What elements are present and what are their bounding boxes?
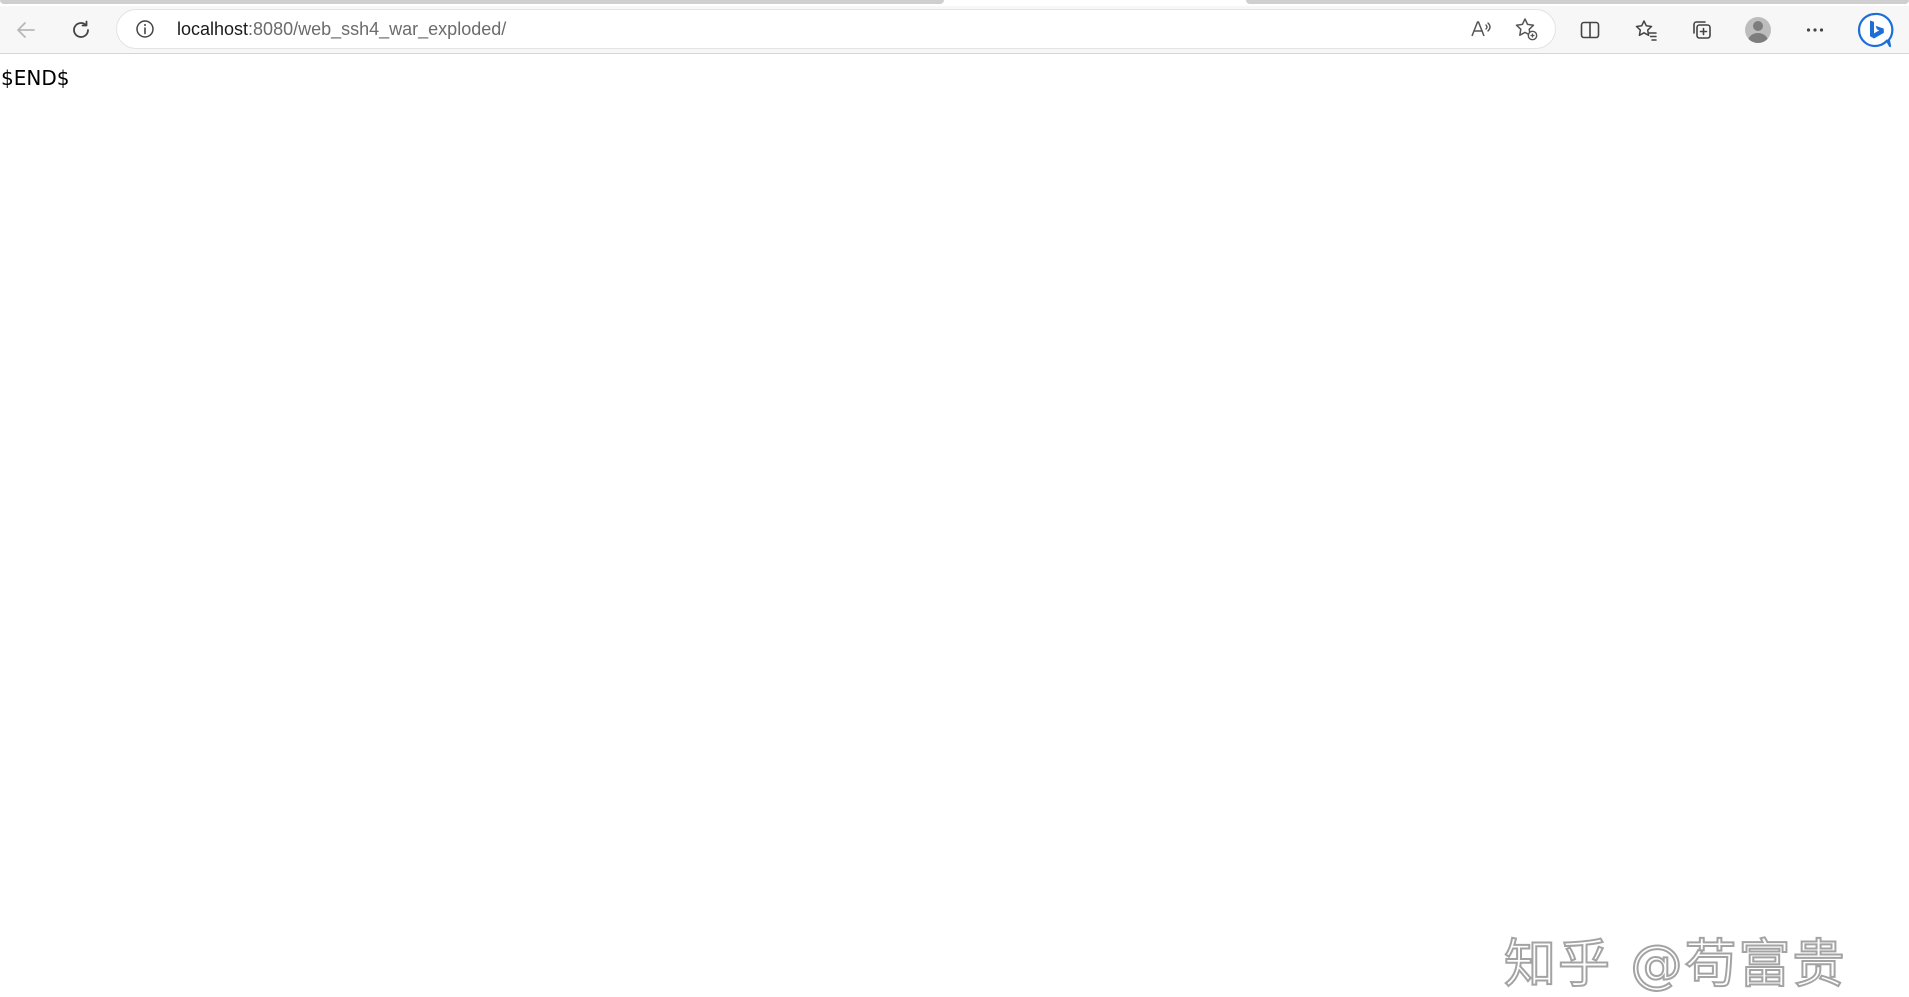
refresh-icon <box>73 20 89 38</box>
avatar <box>1745 17 1771 43</box>
url-path: :8080/web_ssh4_war_exploded/ <box>248 19 507 39</box>
address-bar[interactable]: localhost:8080/web_ssh4_war_exploded/ <box>117 10 1555 48</box>
favorite-add-icon <box>1515 18 1538 41</box>
split-screen-icon <box>1580 21 1600 39</box>
bing-icon <box>1857 12 1894 48</box>
more-icon <box>1806 28 1824 32</box>
split-screen-button[interactable] <box>1572 12 1608 48</box>
bing-chat-button[interactable] <box>1855 10 1895 50</box>
info-icon <box>136 20 154 38</box>
profile-button[interactable] <box>1740 12 1776 48</box>
favorites-icon <box>1635 20 1657 41</box>
page-body-text: $END$ <box>1 66 70 90</box>
collections-icon <box>1693 21 1711 39</box>
inactive-tab[interactable] <box>0 0 944 4</box>
refresh-button[interactable] <box>63 12 99 48</box>
read-aloud-button[interactable] <box>1467 15 1495 43</box>
back-button[interactable] <box>8 12 44 48</box>
url-text[interactable]: localhost:8080/web_ssh4_war_exploded/ <box>177 19 506 39</box>
collections-button[interactable] <box>1684 12 1720 48</box>
inactive-tab[interactable] <box>1246 0 1909 4</box>
zhihu-watermark: 知乎 @苟富贵 <box>1503 934 1847 996</box>
arrow-left-icon <box>17 22 35 38</box>
browser-toolbar: localhost:8080/web_ssh4_war_exploded/ <box>0 6 1909 54</box>
favorites-button[interactable] <box>1628 12 1664 48</box>
url-host: localhost <box>177 19 249 39</box>
add-favorite-button[interactable] <box>1512 15 1540 43</box>
page-content: $END$ 知乎 @苟富贵 <box>0 54 1909 996</box>
site-info-button[interactable] <box>135 19 155 39</box>
read-aloud-icon <box>1471 21 1491 37</box>
more-button[interactable] <box>1797 12 1833 48</box>
